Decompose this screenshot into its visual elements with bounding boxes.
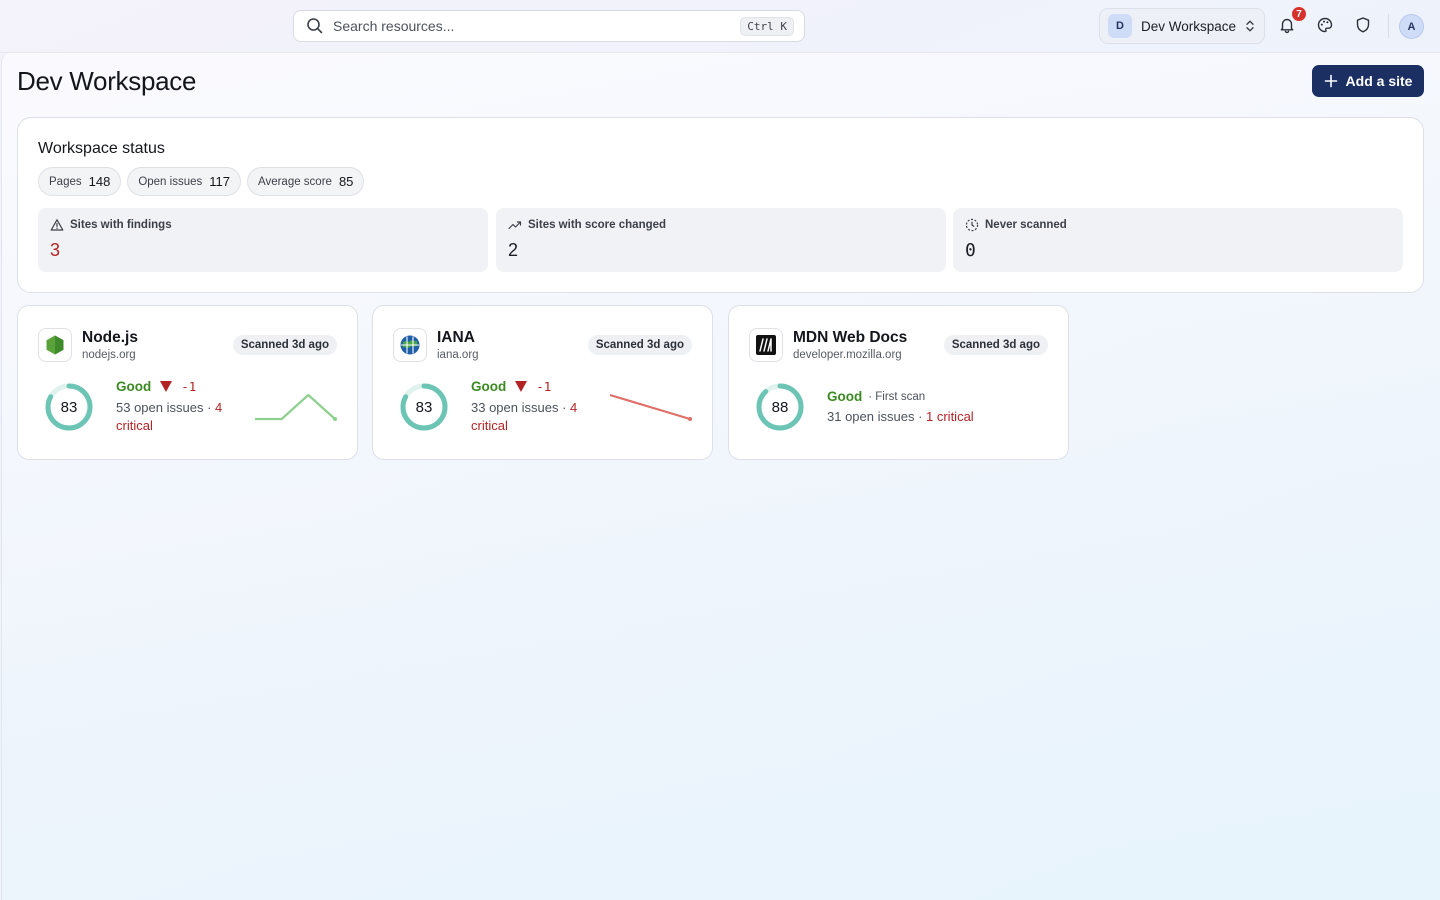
open-issues-text: 53 open issues · bbox=[116, 400, 216, 415]
rating-label: Good bbox=[827, 389, 863, 404]
sparkline-end-point bbox=[688, 417, 692, 421]
open-issues-text: 33 open issues · bbox=[471, 400, 571, 415]
stat-never-scanned[interactable]: Never scanned 0 bbox=[953, 208, 1403, 272]
workspace-name: Dev Workspace bbox=[1141, 18, 1237, 34]
score-sparkline bbox=[255, 393, 337, 421]
user-avatar[interactable]: A bbox=[1399, 14, 1424, 39]
score-value: 83 bbox=[415, 398, 433, 416]
stat-sites-with-findings[interactable]: Sites with findings 3 bbox=[38, 208, 488, 272]
issues-summary: 31 open issues · 1 critical bbox=[827, 408, 1047, 426]
workspace-avatar: D bbox=[1108, 14, 1132, 38]
pill-label: Pages bbox=[49, 175, 82, 188]
stat-label: Never scanned bbox=[985, 219, 1067, 231]
workspace-status-title: Workspace status bbox=[38, 140, 165, 157]
search-placeholder: Search resources... bbox=[333, 18, 455, 34]
pill-label: Average score bbox=[257, 175, 332, 188]
page-title: Dev Workspace bbox=[17, 66, 197, 96]
workspace-status-card: Workspace status Pages 148 Open issues 1… bbox=[17, 117, 1424, 293]
pill-value: 117 bbox=[209, 174, 230, 189]
add-site-button[interactable]: Add a site bbox=[1312, 65, 1424, 97]
workspace-switcher[interactable]: D Dev Workspace bbox=[1099, 8, 1265, 44]
pill-label: Open issues bbox=[138, 175, 203, 188]
rating-label: Good bbox=[116, 379, 152, 394]
scan-status-badge: Scanned 3d ago bbox=[943, 335, 1048, 355]
theme-button[interactable] bbox=[1314, 14, 1336, 36]
stat-value: 2 bbox=[508, 240, 519, 260]
score-delta: -1 bbox=[181, 379, 197, 394]
site-domain: nodejs.org bbox=[82, 349, 136, 361]
sparkline-path bbox=[609, 393, 691, 421]
first-scan-label: · First scan bbox=[868, 390, 926, 403]
iana-globe-icon bbox=[393, 328, 427, 362]
pill-value: 148 bbox=[88, 174, 111, 189]
warning-icon bbox=[50, 218, 64, 232]
score-value: 83 bbox=[60, 398, 78, 416]
site-domain: developer.mozilla.org bbox=[793, 349, 902, 361]
scan-status-badge: Scanned 3d ago bbox=[587, 335, 692, 355]
rating-label: Good bbox=[471, 379, 507, 394]
trending-icon bbox=[508, 218, 522, 232]
sparkline-path bbox=[255, 393, 336, 421]
stat-value: 0 bbox=[965, 240, 976, 261]
site-name: MDN Web Docs bbox=[793, 329, 908, 346]
pill-pages: Pages 148 bbox=[38, 167, 122, 196]
site-name: Node.js bbox=[82, 329, 138, 346]
pill-average-score: Average score 85 bbox=[246, 167, 365, 196]
site-card-mdn[interactable]: MDN Web Docs developer.mozilla.org Scann… bbox=[728, 305, 1069, 460]
stat-sites-with-score-changed[interactable]: Sites with score changed 2 bbox=[496, 208, 946, 272]
pill-value: 85 bbox=[338, 174, 354, 189]
stat-value: 3 bbox=[50, 240, 61, 260]
palette-icon bbox=[1316, 16, 1334, 34]
trend-down-icon bbox=[160, 381, 173, 392]
scan-status-badge: Scanned 3d ago bbox=[232, 335, 337, 355]
add-site-label: Add a site bbox=[1345, 73, 1413, 89]
shield-icon bbox=[1354, 16, 1372, 34]
site-card-iana[interactable]: IANA iana.org Scanned 3d ago 83 Good -1 … bbox=[372, 305, 713, 460]
score-delta: -1 bbox=[536, 379, 552, 394]
issues-summary: 33 open issues · 4 critical bbox=[471, 399, 593, 435]
notification-count-badge: 7 bbox=[1291, 6, 1307, 22]
nodejs-hexagon-icon bbox=[38, 328, 72, 362]
search-input[interactable]: Search resources... Ctrl K bbox=[293, 10, 805, 42]
stat-label: Sites with score changed bbox=[528, 219, 667, 231]
score-value: 88 bbox=[771, 398, 789, 416]
topbar-divider bbox=[1388, 14, 1389, 38]
trend-down-icon bbox=[515, 381, 528, 392]
pill-open-issues: Open issues 117 bbox=[127, 167, 241, 196]
top-bar: Search resources... Ctrl K D Dev Workspa… bbox=[0, 0, 1440, 52]
score-sparkline bbox=[609, 393, 692, 421]
mdn-logo-icon bbox=[749, 328, 783, 362]
critical-text: 1 critical bbox=[926, 409, 974, 424]
stat-label: Sites with findings bbox=[70, 219, 172, 231]
search-shortcut: Ctrl K bbox=[740, 16, 794, 36]
chevron-up-down-icon bbox=[1244, 19, 1256, 33]
search-icon bbox=[306, 17, 324, 35]
summary-pills: Pages 148 Open issues 117 Average score … bbox=[38, 167, 365, 196]
plus-icon bbox=[1324, 74, 1338, 88]
site-name: IANA bbox=[437, 329, 475, 346]
open-issues-text: 31 open issues · bbox=[827, 409, 927, 424]
dashed-clock-icon bbox=[965, 218, 979, 232]
site-card-nodejs[interactable]: Node.js nodejs.org Scanned 3d ago 83 Goo… bbox=[17, 305, 358, 460]
issues-summary: 53 open issues · 4 critical bbox=[116, 399, 238, 435]
security-button[interactable] bbox=[1352, 14, 1374, 36]
site-domain: iana.org bbox=[437, 349, 479, 361]
sparkline-end-point bbox=[333, 417, 337, 421]
